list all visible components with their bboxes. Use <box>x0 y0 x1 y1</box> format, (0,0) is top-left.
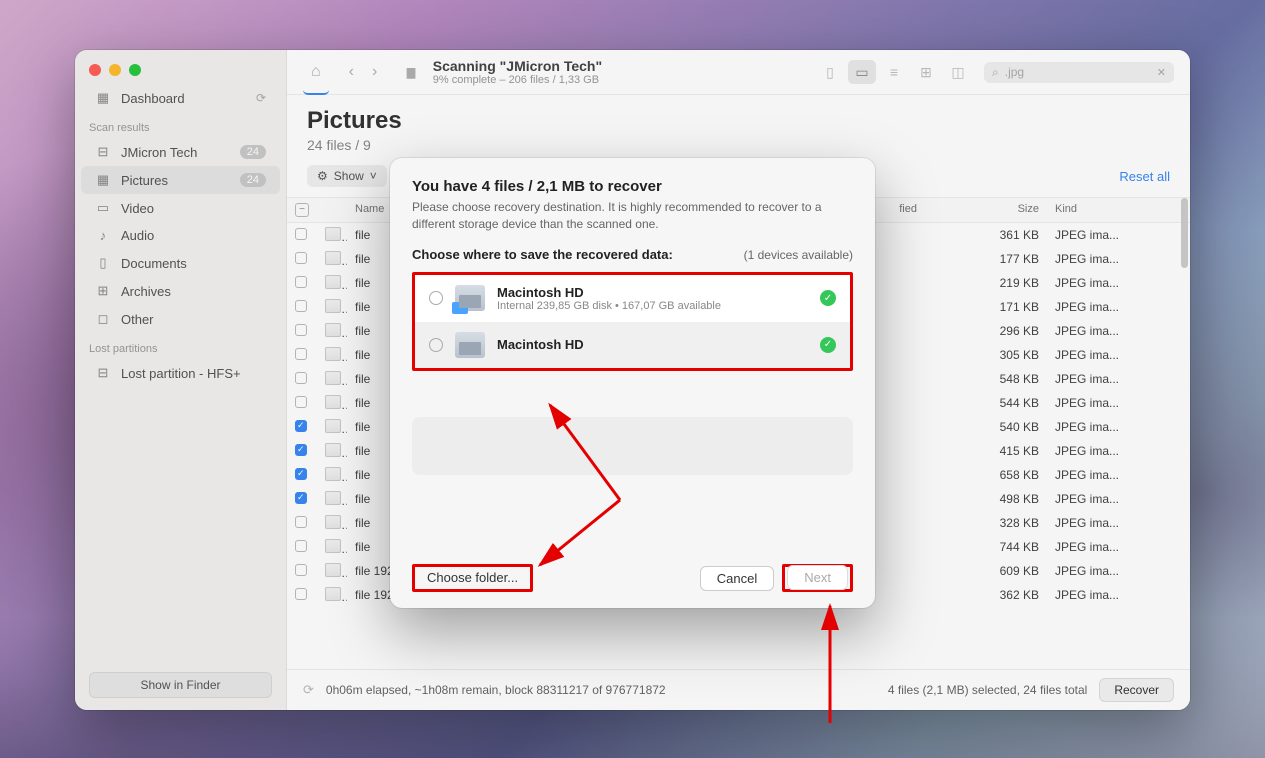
device-list: Macintosh HD Internal 239,85 GB disk • 1… <box>412 272 853 371</box>
radio-button[interactable] <box>429 338 443 352</box>
annotation-frame: Next <box>782 564 853 592</box>
choose-destination-label: Choose where to save the recovered data: <box>412 247 673 262</box>
destination-path-field[interactable] <box>412 417 853 475</box>
device-name: Macintosh HD <box>497 285 808 300</box>
devices-available-label: (1 devices available) <box>744 248 853 262</box>
choose-folder-button[interactable]: Choose folder... <box>417 566 528 589</box>
disk-icon <box>455 332 485 358</box>
device-option-0[interactable]: Macintosh HD Internal 239,85 GB disk • 1… <box>415 275 850 322</box>
device-option-1[interactable]: Macintosh HD ✓ <box>415 322 850 368</box>
next-button[interactable]: Next <box>787 565 848 590</box>
recover-destination-modal: You have 4 files / 2,1 MB to recover Ple… <box>390 158 875 608</box>
annotation-frame: Choose folder... <box>412 564 533 592</box>
cancel-button[interactable]: Cancel <box>700 566 774 591</box>
device-name: Macintosh HD <box>497 337 808 352</box>
check-icon: ✓ <box>820 290 836 306</box>
radio-button[interactable] <box>429 291 443 305</box>
device-subtitle: Internal 239,85 GB disk • 167,07 GB avai… <box>497 300 808 312</box>
modal-description: Please choose recovery destination. It i… <box>412 199 853 233</box>
check-icon: ✓ <box>820 337 836 353</box>
modal-title: You have 4 files / 2,1 MB to recover <box>412 178 853 195</box>
disk-icon <box>455 285 485 311</box>
